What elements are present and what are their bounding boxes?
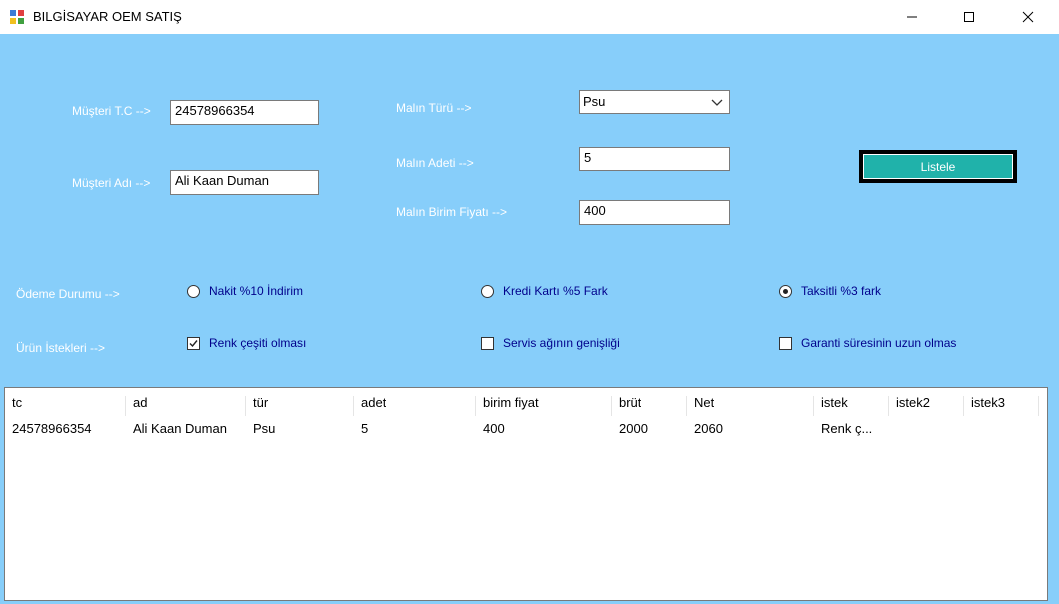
checkmark-icon: [189, 339, 198, 347]
window-title: BILGİSAYAR OEM SATIŞ: [33, 9, 182, 24]
cell-tur: Psu: [253, 421, 276, 436]
musteri-tc-label: Müşteri T.C -->: [72, 104, 151, 118]
col-header-istek2[interactable]: istek2: [896, 392, 930, 414]
malin-turu-label: Malın Türü -->: [396, 101, 472, 115]
musteri-adi-input[interactable]: Ali Kaan Duman: [170, 170, 319, 195]
checkbox-renk-label: Renk çeşiti olması: [209, 336, 307, 350]
radio-kredi-karti-label: Kredi Kartı %5 Fark: [503, 284, 608, 298]
col-header-adet[interactable]: adet: [361, 392, 386, 414]
checkbox-garanti[interactable]: Garanti süresinin uzun olmas: [779, 336, 956, 350]
malin-adeti-input[interactable]: 5: [579, 147, 730, 171]
checkbox-box: [481, 336, 494, 350]
radio-taksitli[interactable]: Taksitli %3 fark: [779, 284, 881, 298]
radio-circle: [187, 284, 200, 298]
cell-tc: 24578966354: [12, 421, 92, 436]
col-header-ad[interactable]: ad: [133, 392, 147, 414]
urun-istekleri-label: Ürün İstekleri -->: [16, 341, 106, 355]
radio-circle-selected: [779, 284, 792, 298]
radio-kredi-karti[interactable]: Kredi Kartı %5 Fark: [481, 284, 608, 298]
radio-nakit[interactable]: Nakit %10 İndirim: [187, 284, 303, 298]
listele-button[interactable]: Listele: [859, 150, 1017, 183]
app-icon: [10, 10, 24, 24]
cell-brut: 2000: [619, 421, 648, 436]
birim-fiyat-input[interactable]: 400: [579, 200, 730, 225]
col-header-istek3[interactable]: istek3: [971, 392, 1005, 414]
results-grid[interactable]: tc ad tür adet birim fiyat brüt Net iste…: [4, 387, 1048, 601]
col-header-net[interactable]: Net: [694, 392, 714, 414]
listele-button-label: Listele: [863, 154, 1013, 179]
cell-istek: Renk ç...: [821, 421, 873, 436]
cell-ad: Ali Kaan Duman: [133, 421, 227, 436]
cell-net: 2060: [694, 421, 723, 436]
minimize-button[interactable]: [889, 0, 935, 34]
checkbox-box: [779, 336, 792, 350]
col-header-brut[interactable]: brüt: [619, 392, 641, 414]
malin-turu-select[interactable]: Psu: [579, 90, 730, 114]
checkbox-garanti-label: Garanti süresinin uzun olmas: [801, 336, 957, 350]
birim-fiyat-label: Malın Birim Fiyatı -->: [396, 205, 508, 219]
maximize-icon: [964, 12, 974, 22]
close-icon: [1022, 11, 1034, 23]
col-header-tc[interactable]: tc: [12, 392, 22, 414]
malin-turu-value: Psu: [583, 94, 606, 109]
radio-taksitli-label: Taksitli %3 fark: [801, 284, 882, 298]
title-bar: BILGİSAYAR OEM SATIŞ: [0, 0, 1059, 34]
checkbox-renk[interactable]: Renk çeşiti olması: [187, 336, 306, 350]
maximize-button[interactable]: [946, 0, 992, 34]
checkbox-servis-label: Servis ağının genişliği: [503, 336, 620, 350]
col-header-istek[interactable]: istek: [821, 392, 848, 414]
musteri-tc-input[interactable]: 24578966354: [170, 100, 319, 125]
radio-circle: [481, 284, 494, 298]
col-header-tur[interactable]: tür: [253, 392, 268, 414]
col-header-birim-fiyat[interactable]: birim fiyat: [483, 392, 539, 414]
odeme-durumu-label: Ödeme Durumu -->: [16, 287, 120, 301]
minimize-icon: [907, 16, 917, 18]
malin-adeti-label: Malın Adeti -->: [396, 156, 474, 170]
checkbox-servis[interactable]: Servis ağının genişliği: [481, 336, 620, 350]
musteri-adi-label: Müşteri Adı -->: [72, 176, 151, 190]
form-client-area: Müşteri T.C --> 24578966354 Müşteri Adı …: [0, 34, 1059, 604]
cell-adet: 5: [361, 421, 369, 436]
close-button[interactable]: [1005, 0, 1051, 34]
radio-nakit-label: Nakit %10 İndirim: [209, 284, 304, 298]
cell-birim-fiyat: 400: [483, 421, 505, 436]
chevron-down-icon: [711, 99, 723, 106]
checkbox-box: [187, 336, 200, 350]
